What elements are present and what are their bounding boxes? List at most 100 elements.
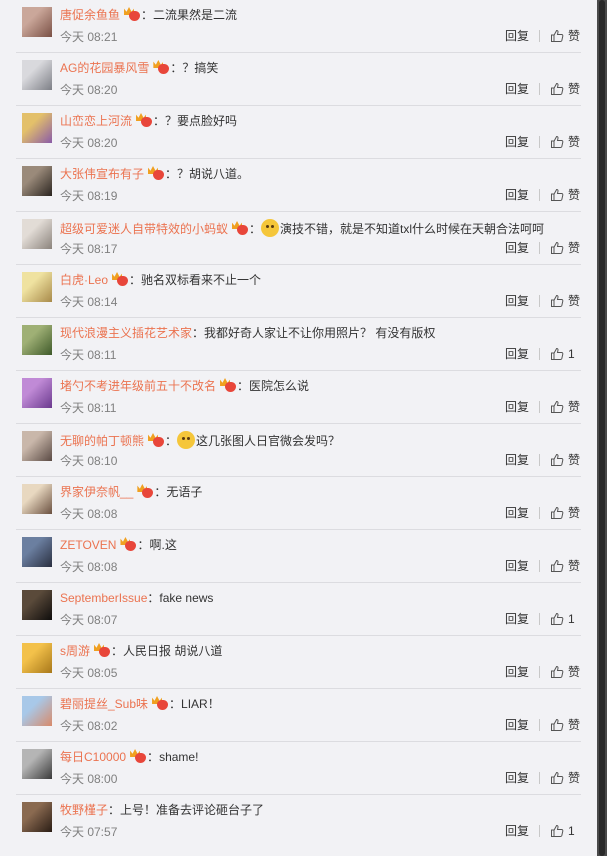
colon-separator: ： <box>165 167 178 181</box>
avatar[interactable] <box>22 7 52 37</box>
thumbs-up-icon[interactable] <box>550 82 564 96</box>
like-button[interactable]: 赞 <box>568 81 580 97</box>
thumbs-up-icon[interactable] <box>550 135 564 149</box>
comment-actions: 回复 赞 <box>505 293 580 309</box>
comment-time: 今天 08:02 <box>60 719 118 733</box>
reply-button[interactable]: 回复 <box>505 399 529 415</box>
thumbs-up-icon[interactable] <box>550 506 564 520</box>
comment-line: 牧野槿子：上号！准备去评论砸台子了 <box>60 802 264 818</box>
username-link[interactable]: AG的花园暴风雪 <box>60 61 149 75</box>
username-link[interactable]: 界家伊奈帆__ <box>60 485 133 499</box>
username-link[interactable]: 大张伟宣布有子 <box>60 167 144 181</box>
like-button[interactable]: 赞 <box>568 664 580 680</box>
avatar[interactable] <box>22 431 52 461</box>
thumbs-up-icon[interactable] <box>550 718 564 732</box>
thumbs-up-icon[interactable] <box>550 400 564 414</box>
reply-button[interactable]: 回复 <box>505 505 529 521</box>
username-link[interactable]: 白虎·Leo <box>60 273 108 287</box>
thumbs-up-icon[interactable] <box>550 347 564 361</box>
like-button[interactable]: 赞 <box>568 134 580 150</box>
username-link[interactable]: 牧野槿子 <box>60 803 108 817</box>
reply-button[interactable]: 回复 <box>505 558 529 574</box>
avatar[interactable] <box>22 537 52 567</box>
username-link[interactable]: 唐促余鱼鱼 <box>60 8 120 22</box>
like-button[interactable]: 赞 <box>568 505 580 521</box>
like-button[interactable]: 赞 <box>568 399 580 415</box>
comment-actions: 回复 赞 <box>505 717 580 733</box>
reply-button[interactable]: 回复 <box>505 611 529 627</box>
avatar[interactable] <box>22 378 52 408</box>
avatar[interactable] <box>22 696 52 726</box>
username-link[interactable]: 现代浪漫主义插花艺术家 <box>60 326 192 340</box>
reply-button[interactable]: 回复 <box>505 717 529 733</box>
like-button[interactable]: 赞 <box>568 770 580 786</box>
thumbs-up-icon[interactable] <box>550 294 564 308</box>
username-link[interactable]: 碧丽提丝_Sub味 <box>60 697 148 711</box>
colon-separator: ： <box>147 591 160 605</box>
reply-button[interactable]: 回复 <box>505 293 529 309</box>
comment-actions: 回复 赞 <box>505 81 580 97</box>
thumbs-up-icon[interactable] <box>550 612 564 626</box>
like-button[interactable]: 赞 <box>568 293 580 309</box>
avatar[interactable] <box>22 219 52 249</box>
thumbs-up-icon[interactable] <box>550 559 564 573</box>
avatar[interactable] <box>22 590 52 620</box>
comment-item: 堵勺不考进年级前五十不改名 ：医院怎么说 今天 08:11 回复 赞 <box>0 371 597 424</box>
like-button[interactable]: 赞 <box>568 28 580 44</box>
username-link[interactable]: SeptemberIssue <box>60 591 147 605</box>
like-button[interactable]: 1 <box>568 611 580 627</box>
comment-actions: 回复 赞 <box>505 505 580 521</box>
username-link[interactable]: 超级可爱迷人自带特效的小蚂蚁 <box>60 222 228 236</box>
thumbs-up-icon[interactable] <box>550 665 564 679</box>
username-link[interactable]: s周游 <box>60 644 90 658</box>
reply-button[interactable]: 回复 <box>505 664 529 680</box>
scrollbar[interactable] <box>597 0 607 856</box>
username-link[interactable]: 山峦恋上河流 <box>60 114 132 128</box>
thumbs-up-icon[interactable] <box>550 241 564 255</box>
thumbs-up-icon[interactable] <box>550 29 564 43</box>
like-button[interactable]: 赞 <box>568 187 580 203</box>
reply-button[interactable]: 回复 <box>505 28 529 44</box>
reply-button[interactable]: 回复 <box>505 346 529 362</box>
like-button[interactable]: 赞 <box>568 558 580 574</box>
like-button[interactable]: 赞 <box>568 452 580 468</box>
scrollbar-thumb[interactable] <box>599 0 605 856</box>
comment-item: 碧丽提丝_Sub味 ：LIAR！ 今天 08:02 回复 赞 <box>0 689 597 742</box>
like-button[interactable]: 赞 <box>568 717 580 733</box>
thumbs-up-icon[interactable] <box>550 453 564 467</box>
username-link[interactable]: ZETOVEN <box>60 538 116 552</box>
reply-button[interactable]: 回复 <box>505 823 529 839</box>
avatar[interactable] <box>22 484 52 514</box>
action-divider <box>538 189 540 201</box>
reply-button[interactable]: 回复 <box>505 187 529 203</box>
avatar[interactable] <box>22 643 52 673</box>
reply-button[interactable]: 回复 <box>505 770 529 786</box>
avatar[interactable] <box>22 60 52 90</box>
username-link[interactable]: 无聊的帕丁顿熊 <box>60 434 144 448</box>
thumbs-up-icon[interactable] <box>550 771 564 785</box>
thumbs-up-icon[interactable] <box>550 824 564 838</box>
like-button[interactable]: 1 <box>568 823 580 839</box>
reply-button[interactable]: 回复 <box>505 452 529 468</box>
avatar[interactable] <box>22 749 52 779</box>
avatar[interactable] <box>22 113 52 143</box>
avatar[interactable] <box>22 325 52 355</box>
reply-button[interactable]: 回复 <box>505 240 529 256</box>
avatar[interactable] <box>22 166 52 196</box>
colon-separator: ： <box>153 114 166 128</box>
comment-text: 医院怎么说 <box>249 379 310 393</box>
avatar[interactable] <box>22 802 52 832</box>
like-button[interactable]: 赞 <box>568 240 580 256</box>
reply-button[interactable]: 回复 <box>505 134 529 150</box>
comment-line: 每日C10000 ：shame! <box>60 749 198 765</box>
action-divider <box>538 136 540 148</box>
comment-line: 堵勺不考进年级前五十不改名 ：医院怎么说 <box>60 378 309 394</box>
username-link[interactable]: 每日C10000 <box>60 750 126 764</box>
username-link[interactable]: 堵勺不考进年级前五十不改名 <box>60 379 216 393</box>
like-button[interactable]: 1 <box>568 346 580 362</box>
reply-button[interactable]: 回复 <box>505 81 529 97</box>
avatar[interactable] <box>22 272 52 302</box>
thumbs-up-icon[interactable] <box>550 188 564 202</box>
emoji-icon <box>177 431 196 449</box>
comment-item: SeptemberIssue：fake news 今天 08:07 回复 1 <box>0 583 597 636</box>
